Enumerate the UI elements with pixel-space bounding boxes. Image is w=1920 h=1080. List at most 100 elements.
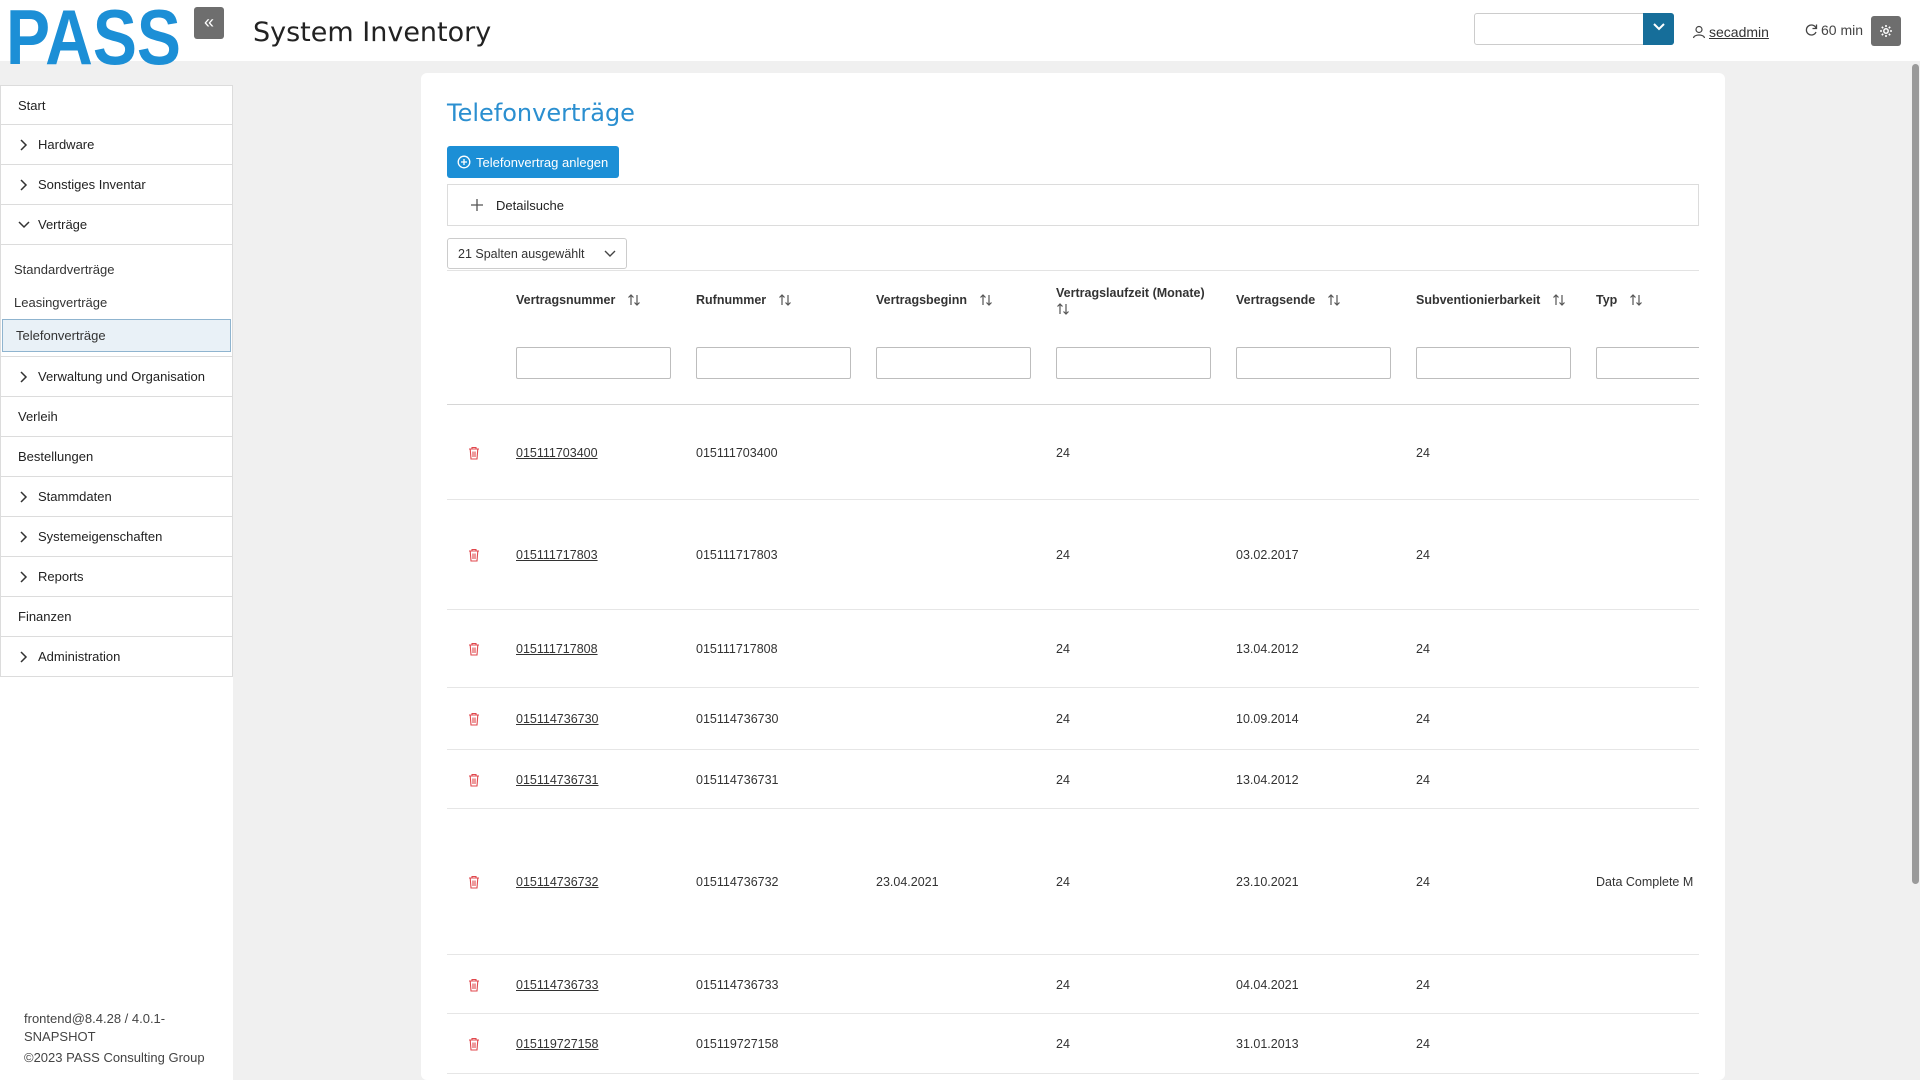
delete-icon[interactable] [468, 1037, 480, 1056]
cell-beginn: 23.04.2021 [876, 875, 939, 889]
delete-icon[interactable] [468, 978, 480, 997]
create-phone-contract-button[interactable]: Telefonvertrag anlegen [447, 146, 619, 178]
cell-rufnummer: 015114736731 [696, 773, 779, 787]
cell-nummer[interactable]: 015119727158 [516, 1037, 599, 1051]
column-header-subventionierbarkeit[interactable]: Subventionierbarkeit [1416, 293, 1566, 307]
cell-rufnummer: 015111717803 [696, 548, 778, 562]
sidebar-item-systemeigenschaften[interactable]: Systemeigenschaften [0, 517, 233, 557]
sidebar-item-administration[interactable]: Administration [0, 637, 233, 677]
column-header-vertragsbeginn[interactable]: Vertragsbeginn [876, 293, 993, 307]
sidebar-item-stammdaten[interactable]: Stammdaten [0, 477, 233, 517]
filter-input-vertragsende[interactable] [1236, 347, 1391, 379]
sidebar-subitem-telefonvertraege[interactable]: Telefonverträge [2, 319, 231, 352]
sidebar-item-start[interactable]: Start [0, 85, 233, 125]
table-row: 015119727158 015119727158 24 31.01.2013 24 [447, 1014, 1699, 1074]
chevron-right-icon [18, 530, 36, 543]
copyright: ©2023 PASS Consulting Group [24, 1050, 205, 1065]
filter-input-subventionierbarkeit[interactable] [1416, 347, 1571, 379]
cell-nummer[interactable]: 015114736730 [516, 712, 599, 726]
cell-rufnummer: 015111717808 [696, 642, 778, 656]
sort-icon[interactable] [1056, 302, 1070, 316]
column-header-vertragslaufzeit[interactable]: Vertragslaufzeit (Monate) [1056, 286, 1205, 319]
header-select[interactable] [1474, 13, 1674, 45]
table-row: 015111717803 015111717803 24 03.02.2017 24 [447, 500, 1699, 610]
table-row: 015114736733 015114736733 24 04.04.2021 24 [447, 955, 1699, 1014]
column-header-rufnummer[interactable]: Rufnummer [696, 293, 792, 307]
sidebar-item-verwaltung[interactable]: Verwaltung und Organisation [0, 357, 233, 397]
sort-icon[interactable] [778, 293, 792, 307]
column-selector-label: 21 Spalten ausgewählt [458, 246, 585, 261]
sidebar-item-sonstiges-inventar[interactable]: Sonstiges Inventar [0, 165, 233, 205]
filter-input-vertragslaufzeit[interactable] [1056, 347, 1211, 379]
cell-nummer[interactable]: 015111703400 [516, 446, 598, 460]
sidebar-item-reports[interactable]: Reports [0, 557, 233, 597]
cell-laufzeit: 24 [1056, 642, 1070, 656]
cell-subv: 24 [1416, 712, 1430, 726]
cell-subv: 24 [1416, 773, 1430, 787]
cell-nummer[interactable]: 015111717803 [516, 548, 598, 562]
cell-ende: 03.02.2017 [1236, 548, 1299, 562]
chevron-down-icon [1652, 23, 1665, 31]
sort-icon[interactable] [1552, 293, 1566, 307]
sidebar-item-bestellungen[interactable]: Bestellungen [0, 437, 233, 477]
cell-laufzeit: 24 [1056, 978, 1070, 992]
detail-search-label: Detailsuche [496, 197, 564, 213]
collapse-sidebar-button[interactable]: « [194, 7, 224, 39]
delete-icon[interactable] [468, 875, 480, 894]
delete-icon[interactable] [468, 548, 480, 567]
sidebar-item-verleih[interactable]: Verleih [0, 397, 233, 437]
table-row: 015114736731 015114736731 24 13.04.2012 24 [447, 750, 1699, 809]
user-link[interactable]: secadmin [1692, 24, 1769, 40]
detail-search-toggle[interactable]: Detailsuche [447, 184, 1699, 226]
delete-icon[interactable] [468, 446, 480, 465]
sort-icon[interactable] [979, 293, 993, 307]
column-header-label: Vertragslaufzeit (Monate) [1056, 286, 1205, 300]
sidebar-subitem-leasingvertraege[interactable]: Leasingverträge [1, 286, 232, 319]
cell-laufzeit: 24 [1056, 712, 1070, 726]
column-selector[interactable]: 21 Spalten ausgewählt [447, 238, 627, 269]
cell-nummer[interactable]: 015114736733 [516, 978, 599, 992]
sort-icon[interactable] [627, 293, 641, 307]
filter-input-rufnummer[interactable] [696, 347, 851, 379]
scrollbar-thumb[interactable] [1912, 64, 1919, 884]
sidebar-item-label: Reports [38, 569, 84, 584]
delete-icon[interactable] [468, 712, 480, 731]
delete-icon[interactable] [468, 773, 480, 792]
filter-input-vertragsbeginn[interactable] [876, 347, 1031, 379]
sort-icon[interactable] [1629, 293, 1643, 307]
cell-ende: 10.09.2014 [1236, 712, 1299, 726]
sidebar-item-label: Systemeigenschaften [38, 529, 163, 544]
cell-nummer[interactable]: 015111717808 [516, 642, 598, 656]
sidebar-item-label: Hardware [38, 137, 95, 152]
version-line: SNAPSHOT [24, 1029, 96, 1044]
cell-nummer[interactable]: 015114736732 [516, 875, 599, 889]
sidebar-nav: Start Hardware Sonstiges Inventar Verträ… [0, 85, 233, 1080]
delete-icon[interactable] [468, 642, 480, 661]
column-header-label: Vertragsnummer [516, 293, 616, 307]
chevron-right-icon [18, 570, 36, 583]
create-button-label: Telefonvertrag anlegen [476, 154, 609, 170]
table-row: 015114736730 015114736730 24 10.09.2014 24 [447, 688, 1699, 750]
chevron-right-icon [18, 138, 36, 151]
column-header-vertragsnummer[interactable]: Vertragsnummer [516, 293, 641, 307]
column-header-vertragsende[interactable]: Vertragsende [1236, 293, 1341, 307]
sidebar-item-hardware[interactable]: Hardware [0, 125, 233, 165]
main-card: Telefonverträge Telefonvertrag anlegen D… [421, 73, 1725, 1080]
filter-input-vertragsnummer[interactable] [516, 347, 671, 379]
column-header-typ[interactable]: Typ [1596, 293, 1643, 307]
filter-input-typ[interactable] [1596, 347, 1699, 379]
session-timer[interactable]: 60 min [1804, 22, 1863, 38]
sidebar-subitem-label: Telefonverträge [16, 328, 106, 343]
sidebar-subitem-standardvertraege[interactable]: Standardverträge [1, 253, 232, 286]
settings-button[interactable] [1871, 16, 1901, 46]
cell-subv: 24 [1416, 1037, 1430, 1051]
page-title: Telefonverträge [447, 99, 635, 127]
sidebar-item-label: Verwaltung und Organisation [38, 369, 205, 384]
app-header: PASS « System Inventory secadmin 60 min [0, 0, 1920, 68]
sidebar-item-label: Verleih [18, 409, 58, 424]
sidebar-item-finanzen[interactable]: Finanzen [0, 597, 233, 637]
cell-nummer[interactable]: 015114736731 [516, 773, 599, 787]
sort-icon[interactable] [1327, 293, 1341, 307]
dropdown-toggle-button[interactable] [1643, 13, 1674, 45]
sidebar-item-vertraege[interactable]: Verträge [0, 205, 233, 245]
